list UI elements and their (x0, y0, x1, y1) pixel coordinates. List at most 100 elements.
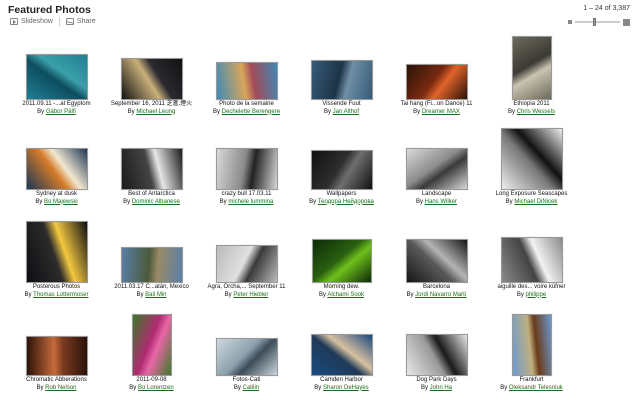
photo-thumbnail[interactable] (405, 334, 468, 376)
photo-author-line: By Michael Leung (104, 109, 199, 117)
photo-thumbnail[interactable] (120, 148, 183, 190)
share-icon (65, 18, 74, 25)
photo-thumbnail[interactable] (215, 62, 278, 100)
photo-thumbnail[interactable] (25, 221, 88, 283)
by-prefix: By (420, 384, 428, 391)
photo-item: Chromatic Abberations By Rob Nelson (9, 336, 104, 392)
photo-caption[interactable]: Agra, Orcha,... September 11 (199, 284, 294, 292)
photo-caption[interactable]: 2011-09-08 (104, 377, 199, 385)
author-link[interactable]: Jan Althof (333, 109, 359, 115)
author-link[interactable]: Теодора Нейдорова (318, 199, 374, 205)
author-link[interactable]: Dominic Albanese (132, 199, 180, 205)
photo-thumbnail[interactable] (215, 245, 278, 283)
photo-thumbnail[interactable] (405, 148, 468, 190)
pager-text: 1 – 24 of 3,387 (583, 5, 630, 12)
author-link[interactable]: Oleksandr Telesniuk (509, 385, 563, 391)
photo-caption[interactable]: Vissende Fuut (294, 101, 389, 109)
photo-thumbnail[interactable] (311, 239, 372, 283)
photo-caption[interactable]: Frankfurt (484, 377, 579, 385)
thumbnail-size-slider[interactable] (568, 18, 630, 26)
photo-caption[interactable]: Landscape (389, 191, 484, 199)
photo-thumbnail[interactable] (131, 314, 172, 376)
photo-caption[interactable]: Best of Antarctica (104, 191, 199, 199)
photo-caption[interactable]: Dog Park Days (389, 377, 484, 385)
photo-thumbnail[interactable] (215, 148, 278, 190)
photo-caption[interactable]: Wallpapers (294, 191, 389, 199)
by-prefix: By (508, 108, 516, 115)
photo-item: Landscape By Hans Wilker (389, 148, 484, 206)
author-link[interactable]: Hans Wilker (425, 199, 457, 205)
photo-caption[interactable]: Photo de la semaine (199, 101, 294, 109)
photo-caption[interactable]: Sydney at dusk (9, 191, 104, 199)
author-link[interactable]: Catilin (243, 385, 260, 391)
photo-author-line: By Bo Majewski (9, 199, 104, 207)
photo-thumbnail[interactable] (120, 247, 183, 283)
photo-caption[interactable]: Posterous Photos (9, 284, 104, 292)
photo-thumbnail[interactable] (25, 54, 88, 100)
photo-caption[interactable]: Chromatic Abberations (9, 377, 104, 385)
author-link[interactable]: Michael Leung (136, 109, 175, 115)
photo-thumbnail[interactable] (215, 338, 278, 376)
photo-caption[interactable]: Ethiopia 2011 (484, 101, 579, 109)
author-link[interactable]: Dechelette Berengere (222, 109, 280, 115)
photo-thumbnail[interactable] (25, 148, 88, 190)
author-link[interactable]: Dreamer MAX (422, 109, 460, 115)
photo-author-line: By philippe (484, 292, 579, 300)
photo-caption[interactable]: Barcelona (389, 284, 484, 292)
large-thumbnail-icon (623, 18, 630, 26)
toolbar-divider (58, 17, 60, 26)
slideshow-button[interactable]: Slideshow (10, 18, 53, 25)
author-link[interactable]: Bali Min (145, 292, 166, 298)
photo-caption[interactable]: 2011.03.17 C...atán, Mexico (104, 284, 199, 292)
photo-caption[interactable]: Tai hang (Fi...on Dance) 11 (389, 101, 484, 109)
slider-track[interactable] (575, 18, 620, 26)
photo-item: Wallpapers By Теодора Нейдорова (294, 150, 389, 206)
photo-caption[interactable]: crazy bull 17.03.11 (199, 191, 294, 199)
photo-item: Long Exposure Seascapes By Michael DiNice… (484, 128, 579, 206)
author-link[interactable]: Bo Majewski (44, 199, 78, 205)
photo-caption[interactable]: 2011.09.11 -...at Egyptom (9, 101, 104, 109)
photo-author-line: By Oleksandr Telesniuk (484, 385, 579, 393)
photo-thumbnail[interactable] (25, 336, 88, 376)
toolbar: Slideshow Share (10, 17, 96, 26)
author-link[interactable]: Rob Nelson (45, 385, 76, 391)
photo-caption[interactable]: Morning dew. (294, 284, 389, 292)
by-prefix: By (123, 198, 131, 205)
photo-thumbnail[interactable] (310, 334, 373, 376)
photo-thumbnail[interactable] (310, 60, 373, 100)
by-prefix: By (129, 384, 137, 391)
photo-thumbnail[interactable] (500, 128, 563, 190)
photo-thumbnail[interactable] (405, 64, 468, 100)
slider-handle[interactable] (593, 18, 596, 26)
photo-item: Barcelona By Jordi Navarro Martí (389, 239, 484, 299)
author-link[interactable]: John Ha (430, 385, 452, 391)
photo-author-line: By Sharon DeHayes (294, 385, 389, 393)
author-link[interactable]: Sharon DeHayes (323, 385, 369, 391)
photo-author-line: By Теодора Нейдорова (294, 199, 389, 207)
share-label: Share (76, 18, 96, 25)
author-link[interactable]: Bo Lorentzen (138, 385, 174, 391)
photo-caption[interactable]: Fotos-Cati (199, 377, 294, 385)
photo-item: Sydney at dusk By Bo Majewski (9, 148, 104, 206)
photo-caption[interactable]: Camden Harbor (294, 377, 389, 385)
photo-thumbnail[interactable] (511, 314, 552, 376)
author-link[interactable]: Jordi Navarro Martí (415, 292, 466, 298)
photo-thumbnail[interactable] (310, 150, 373, 190)
author-link[interactable]: philippe (526, 292, 547, 298)
author-link[interactable]: Thomas Lottermoser (33, 292, 88, 298)
author-link[interactable]: Peter Hiebler (233, 292, 268, 298)
photo-thumbnail[interactable] (405, 239, 468, 283)
photo-thumbnail[interactable] (500, 237, 563, 283)
author-link[interactable]: Chris Wessels (517, 109, 555, 115)
author-link[interactable]: Gábor Pálfi (46, 109, 76, 115)
photo-thumbnail[interactable] (120, 58, 183, 100)
author-link[interactable]: michele lummina (228, 199, 273, 205)
author-link[interactable]: Michael DiNicek (514, 199, 557, 205)
photo-caption[interactable]: aiguille des... voire küfner (484, 284, 579, 292)
photo-author-line: By Rob Nelson (9, 385, 104, 393)
author-link[interactable]: Alchami Sook (327, 292, 364, 298)
share-button[interactable]: Share (65, 18, 96, 25)
photo-caption[interactable]: September 16, 2011 芝滙.煙火 (104, 101, 199, 109)
photo-thumbnail[interactable] (511, 36, 552, 100)
photo-caption[interactable]: Long Exposure Seascapes (484, 191, 579, 199)
